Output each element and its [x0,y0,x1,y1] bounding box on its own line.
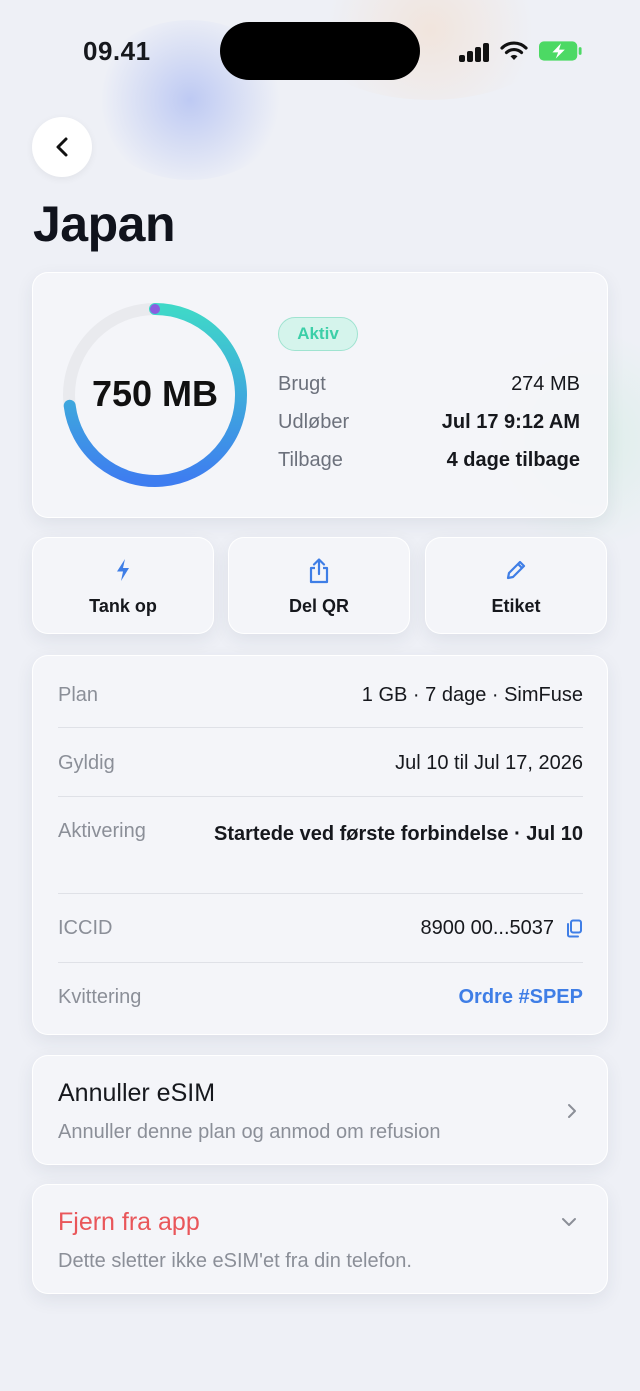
remove-from-app-row[interactable]: Fjern fra app Dette sletter ikke eSIM'et… [32,1184,608,1294]
status-badge: Aktiv [278,317,358,351]
divider [58,796,583,797]
dynamic-island [220,22,420,80]
detail-value: Jul 10 til Jul 17, 2026 [395,752,583,774]
divider [58,727,583,728]
ring-start-dot [150,304,160,314]
stat-value: Jul 17 9:12 AM [441,411,580,433]
iccid-value: 8900 00...5037 [420,917,554,939]
back-button[interactable] [32,117,92,177]
label-button[interactable]: Etiket [425,537,607,634]
battery-icon [539,41,582,61]
cancel-esim-subtitle: Annuller denne plan og anmod om refusion [58,1121,441,1143]
stat-label: Udløber [278,411,350,433]
status-time: 09.41 [83,36,151,66]
chevron-down-icon[interactable] [561,1217,577,1227]
stat-label: Brugt [278,373,326,395]
receipt-order-link[interactable]: Ordre #SPEP [458,986,583,1009]
copy-icon[interactable] [566,919,583,938]
stat-row-remaining-days: Tilbage 4 dage tilbage [278,449,580,472]
detail-row-valid: Gyldig Jul 10 til Jul 17, 2026 [58,752,583,775]
action-label: Etiket [491,596,541,616]
detail-row-plan: Plan 1 GB · 7 dage · SimFuse [58,684,583,707]
chevron-left-icon [56,137,68,157]
remove-from-app-subtitle: Dette sletter ikke eSIM'et fra din telef… [58,1250,412,1272]
stat-value: 274 MB [511,373,580,395]
detail-label: Aktivering [58,820,146,842]
pencil-icon [506,560,526,580]
cancel-esim-row[interactable]: Annuller eSIM Annuller denne plan og anm… [32,1055,608,1165]
share-icon [309,558,329,584]
detail-row-activation: Aktivering Startede ved første forbindel… [58,820,583,849]
stat-row-used: Brugt 274 MB [278,373,580,396]
share-qr-button[interactable]: Del QR [228,537,410,634]
detail-row-iccid: ICCID 8900 00...5037 [58,917,583,940]
page-title: Japan [33,196,176,252]
bolt-icon [117,559,129,581]
detail-value: Startede ved første forbindelse · Jul 10 [214,823,583,845]
cancel-esim-title: Annuller eSIM [58,1079,216,1107]
top-up-button[interactable]: Tank op [32,537,214,634]
stat-label: Tilbage [278,449,343,471]
action-label: Del QR [288,596,349,616]
detail-label: Plan [58,684,99,706]
chevron-right-icon [568,1104,576,1118]
detail-label: Gyldig [58,752,115,774]
usage-card: 750 MB Aktiv Brugt 274 MB Udløber Jul 17… [32,272,608,518]
plan-details-card: Plan 1 GB · 7 dage · SimFuse Gyldig Jul … [32,655,608,1035]
remaining-data-value: 750 MB [91,373,219,414]
divider [58,962,583,963]
detail-label: ICCID [58,917,113,939]
stat-value: 4 dage tilbage [446,449,580,471]
remove-from-app-title: Fjern fra app [58,1208,200,1236]
divider [58,893,583,894]
stat-row-expires: Udløber Jul 17 9:12 AM [278,411,580,434]
action-label: Tank op [89,596,157,616]
detail-label: Kvittering [58,986,142,1008]
detail-row-receipt: Kvittering Ordre #SPEP [58,986,583,1009]
wifi-icon [500,41,528,60]
signal-icon [459,42,491,62]
detail-value: 1 GB · 7 dage · SimFuse [361,684,583,706]
